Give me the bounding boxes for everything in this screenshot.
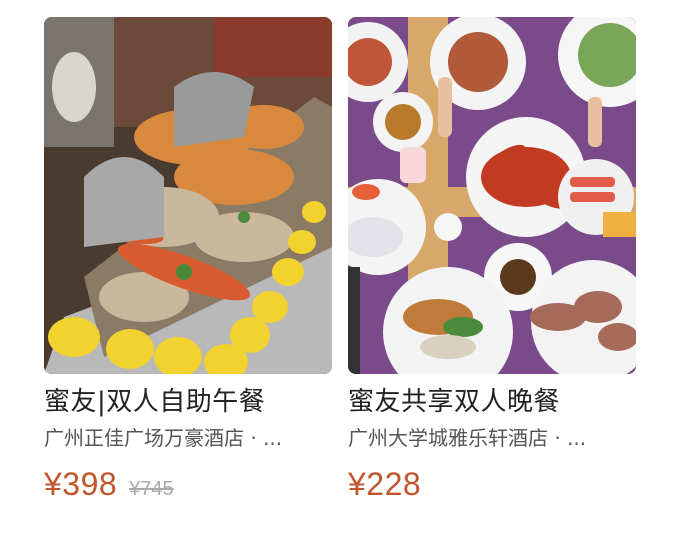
deal-title[interactable]: 蜜友共享双人晚餐 [348, 385, 636, 419]
price-row: ¥228 [348, 466, 636, 506]
dinner-table-photo[interactable] [348, 17, 636, 374]
current-price: ¥228 [348, 466, 422, 502]
deal-card-lunch-buffet[interactable]: 蜜友|双人自助午餐 广州正佳广场万豪酒店 · ... ¥398 ¥745 [44, 17, 332, 506]
original-price: ¥745 [129, 478, 174, 500]
deal-title[interactable]: 蜜友|双人自助午餐 [44, 385, 332, 419]
deal-card-dinner[interactable]: 蜜友共享双人晚餐 广州大学城雅乐轩酒店 · ... ¥228 [348, 17, 636, 506]
seafood-buffet-photo[interactable] [44, 17, 332, 374]
hotel-name: 广州正佳广场万豪酒店 · ... [44, 426, 283, 450]
hotel-name: 广州大学城雅乐轩酒店 · ... [348, 426, 587, 450]
current-price: ¥398 [44, 466, 118, 502]
price-row: ¥398 ¥745 [44, 466, 332, 506]
